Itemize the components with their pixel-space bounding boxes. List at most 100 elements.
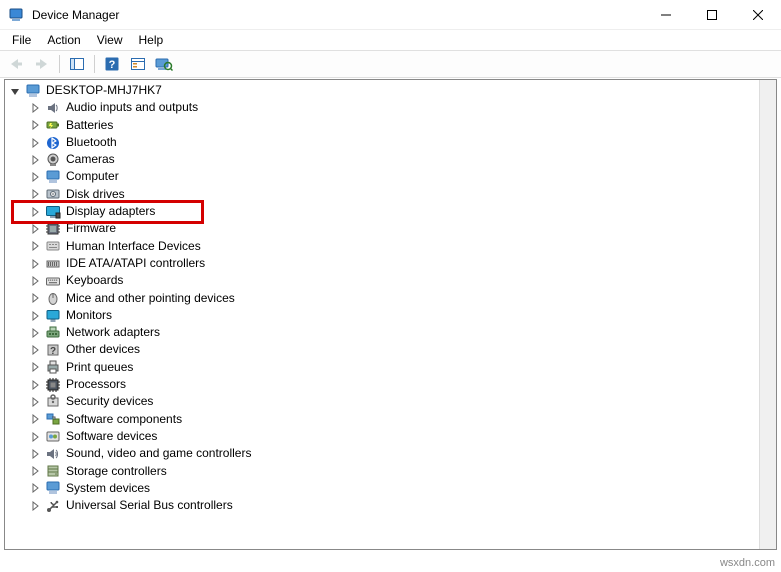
expander-closed-icon[interactable] <box>29 431 41 443</box>
expander-closed-icon[interactable] <box>29 500 41 512</box>
security-icon <box>45 394 61 410</box>
tree-node-hid[interactable]: Human Interface Devices <box>7 238 776 255</box>
expander-closed-icon[interactable] <box>29 361 41 373</box>
tree-node-label: Computer <box>65 168 119 185</box>
ide-icon <box>45 256 61 272</box>
display-icon <box>45 204 61 220</box>
expander-closed-icon[interactable] <box>29 119 41 131</box>
tree-node-mice[interactable]: Mice and other pointing devices <box>7 290 776 307</box>
tree-node-label: IDE ATA/ATAPI controllers <box>65 255 205 272</box>
sw-components-icon <box>45 411 61 427</box>
chip-icon <box>45 221 61 237</box>
tree-node-label: System devices <box>65 480 150 497</box>
svg-text:?: ? <box>109 59 116 71</box>
speaker-icon <box>45 100 61 116</box>
tree-node-label: Software components <box>65 411 182 428</box>
computer-icon <box>45 169 61 185</box>
tree-node-diskdrives[interactable]: Disk drives <box>7 186 776 203</box>
menu-view[interactable]: View <box>89 31 131 49</box>
tree-node-sound[interactable]: Sound, video and game controllers <box>7 445 776 462</box>
expander-closed-icon[interactable] <box>29 206 41 218</box>
other-icon: ? <box>45 342 61 358</box>
expander-open-icon[interactable] <box>9 85 21 97</box>
toolbar-show-hide-tree-button[interactable] <box>65 53 89 75</box>
expander-closed-icon[interactable] <box>29 327 41 339</box>
tree-node-ide[interactable]: IDE ATA/ATAPI controllers <box>7 255 776 272</box>
expander-closed-icon[interactable] <box>29 413 41 425</box>
tree-node-cameras[interactable]: Cameras <box>7 151 776 168</box>
expander-closed-icon[interactable] <box>29 448 41 460</box>
expander-closed-icon[interactable] <box>29 240 41 252</box>
tree-node-label: Sound, video and game controllers <box>65 445 251 462</box>
vertical-scrollbar[interactable] <box>759 80 776 549</box>
expander-closed-icon[interactable] <box>29 310 41 322</box>
tree-node-label: Processors <box>65 376 126 393</box>
usb-icon <box>45 498 61 514</box>
toolbar-back-button[interactable] <box>4 53 28 75</box>
tree-node-label: Disk drives <box>65 186 125 203</box>
menu-file[interactable]: File <box>4 31 39 49</box>
expander-closed-icon[interactable] <box>29 137 41 149</box>
tree-node-computer[interactable]: Computer <box>7 168 776 185</box>
tree-node-swdevices[interactable]: Software devices <box>7 428 776 445</box>
expander-closed-icon[interactable] <box>29 223 41 235</box>
window-title: Device Manager <box>30 8 643 22</box>
tree-node-other[interactable]: ?Other devices <box>7 341 776 358</box>
tree-node-bluetooth[interactable]: Bluetooth <box>7 134 776 151</box>
tree-node-batteries[interactable]: Batteries <box>7 117 776 134</box>
menu-action[interactable]: Action <box>39 31 88 49</box>
tree-node-keyboards[interactable]: Keyboards <box>7 272 776 289</box>
tree-node-display[interactable]: Display adapters <box>7 203 776 220</box>
tree-node-label: Other devices <box>65 341 140 358</box>
device-tree[interactable]: DESKTOP-MHJ7HK7 Audio inputs and outputs… <box>5 80 776 516</box>
expander-closed-icon[interactable] <box>29 379 41 391</box>
tree-node-label: Cameras <box>65 151 115 168</box>
expander-closed-icon[interactable] <box>29 102 41 114</box>
tree-node-usb[interactable]: Universal Serial Bus controllers <box>7 497 776 514</box>
toolbar-scan-button[interactable] <box>152 53 176 75</box>
tree-node-security[interactable]: Security devices <box>7 393 776 410</box>
expander-closed-icon[interactable] <box>29 188 41 200</box>
menubar: File Action View Help <box>0 30 781 50</box>
menu-help[interactable]: Help <box>131 31 172 49</box>
expander-closed-icon[interactable] <box>29 258 41 270</box>
expander-closed-icon[interactable] <box>29 482 41 494</box>
expander-closed-icon[interactable] <box>29 292 41 304</box>
tree-node-audio[interactable]: Audio inputs and outputs <box>7 99 776 116</box>
tree-node-label: Network adapters <box>65 324 160 341</box>
mouse-icon <box>45 290 61 306</box>
forward-icon <box>34 57 50 71</box>
tree-node-label: Software devices <box>65 428 157 445</box>
storage-icon <box>45 463 61 479</box>
tree-node-monitors[interactable]: Monitors <box>7 307 776 324</box>
properties-icon <box>130 56 146 72</box>
expander-closed-icon[interactable] <box>29 396 41 408</box>
expander-closed-icon[interactable] <box>29 171 41 183</box>
tree-node-printqueues[interactable]: Print queues <box>7 359 776 376</box>
tree-node-storagectrl[interactable]: Storage controllers <box>7 463 776 480</box>
toolbar-separator <box>59 55 60 73</box>
expander-closed-icon[interactable] <box>29 154 41 166</box>
toolbar-help-button[interactable]: ? <box>100 53 124 75</box>
expander-closed-icon[interactable] <box>29 465 41 477</box>
close-button[interactable] <box>735 0 781 29</box>
tree-node-label: Display adapters <box>65 203 155 220</box>
tree-node-label: Bluetooth <box>65 134 117 151</box>
tree-node-firmware[interactable]: Firmware <box>7 220 776 237</box>
toolbar-properties-button[interactable] <box>126 53 150 75</box>
expander-closed-icon[interactable] <box>29 344 41 356</box>
toolbar-forward-button[interactable] <box>30 53 54 75</box>
tree-node-swcomponents[interactable]: Software components <box>7 411 776 428</box>
tree-node-processors[interactable]: Processors <box>7 376 776 393</box>
expander-closed-icon[interactable] <box>29 275 41 287</box>
tree-root[interactable]: DESKTOP-MHJ7HK7 <box>7 82 776 99</box>
camera-icon <box>45 152 61 168</box>
tree-node-netadapters[interactable]: Network adapters <box>7 324 776 341</box>
minimize-button[interactable] <box>643 0 689 29</box>
tree-node-label: Human Interface Devices <box>65 238 201 255</box>
printer-icon <box>45 359 61 375</box>
tree-node-label: Storage controllers <box>65 463 167 480</box>
bluetooth-icon <box>45 135 61 151</box>
tree-node-system[interactable]: System devices <box>7 480 776 497</box>
maximize-button[interactable] <box>689 0 735 29</box>
